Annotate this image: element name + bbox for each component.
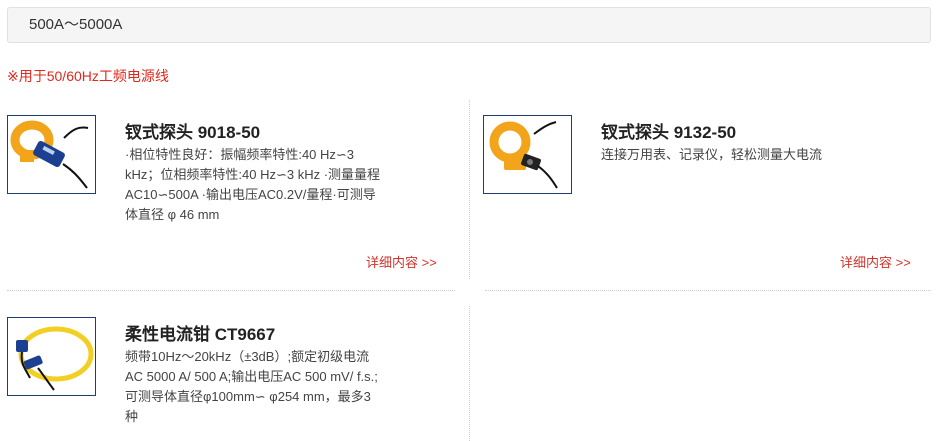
flexible-clamp-icon bbox=[16, 326, 94, 391]
column-divider bbox=[469, 306, 470, 441]
current-range-label: 500A～5000A bbox=[29, 16, 123, 33]
product-image-ct9667[interactable] bbox=[7, 317, 96, 396]
details-link[interactable]: 详细内容 >> bbox=[840, 252, 911, 271]
row-divider bbox=[485, 290, 931, 291]
clamp-probe-icon bbox=[489, 121, 558, 189]
product-title[interactable]: 钗式探头 9132-50 bbox=[601, 118, 736, 143]
product-card-9132-50: 钗式探头 9132-50 连接万用表、记录仪，轻松测量大电流 详细内容 >> bbox=[483, 115, 923, 275]
usage-note: ※用于50/60Hz工频电源线 bbox=[7, 68, 169, 84]
current-range-filter[interactable]: 500A～5000A bbox=[7, 7, 931, 43]
product-title[interactable]: 柔性电流钳 CT9667 bbox=[125, 320, 275, 345]
product-image-9132-50[interactable] bbox=[483, 115, 572, 194]
product-description: 连接万用表、记录仪，轻松测量大电流 bbox=[601, 147, 823, 162]
product-card-9018-50: 钗式探头 9018-50 ·相位特性良好：振幅频率特性:40 Hz∽3 kHz；… bbox=[7, 115, 447, 275]
product-description: 频带10Hz～20kHz（±3dB）;额定初级电流AC 5000 A/ 500 … bbox=[125, 349, 378, 424]
product-description: ·相位特性良好：振幅频率特性:40 Hz∽3 kHz；位相频率特性:40 Hz∽… bbox=[125, 147, 381, 222]
column-divider bbox=[469, 100, 470, 279]
details-link[interactable]: 详细内容 >> bbox=[366, 252, 437, 271]
clamp-probe-icon bbox=[10, 120, 89, 189]
row-divider bbox=[7, 290, 455, 291]
product-card-ct9667: 柔性电流钳 CT9667 频带10Hz～20kHz（±3dB）;额定初级电流AC… bbox=[7, 317, 447, 441]
product-title[interactable]: 钗式探头 9018-50 bbox=[125, 118, 260, 143]
product-image-9018-50[interactable] bbox=[7, 115, 96, 194]
